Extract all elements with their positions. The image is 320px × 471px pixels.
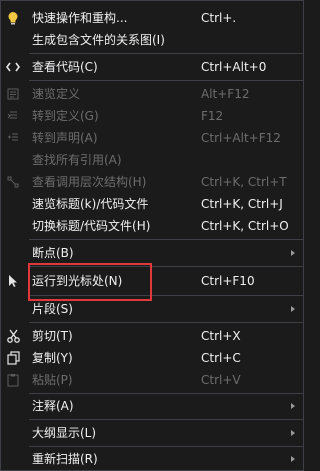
menu-item-label: 剪切(T) <box>32 329 73 343</box>
submenu-arrow-icon <box>291 403 295 409</box>
menu-item-label: 速览标题(k)/代码文件 <box>32 197 149 211</box>
menu-item-breakpoint[interactable]: 断点(B) <box>1 242 303 264</box>
submenu-arrow-icon <box>291 430 295 436</box>
menu-separator <box>29 80 303 81</box>
menu-item-shortcut: Ctrl+K, Ctrl+J <box>201 197 283 211</box>
menu-item-shortcut: Ctrl+K, Ctrl+T <box>201 175 287 189</box>
menu-item-toggle-header-code-file[interactable]: 切换标题/代码文件(H) Ctrl+K, Ctrl+O <box>1 215 303 237</box>
copy-icon <box>1 347 25 369</box>
menu-separator <box>29 322 303 323</box>
menu-item-label: 片段(S) <box>32 302 73 316</box>
menu-item-label: 速览定义 <box>32 87 81 101</box>
menu-item-shortcut: F12 <box>201 109 224 123</box>
menu-item-shortcut: Ctrl+. <box>201 11 237 25</box>
paste-icon <box>1 369 25 391</box>
go-to-definition-icon <box>1 105 25 127</box>
menu-item-label: 转到声明(A) <box>32 131 98 145</box>
peek-definition-icon <box>1 83 25 105</box>
menu-separator <box>29 446 303 447</box>
menu-item-shortcut: Ctrl+X <box>201 329 241 343</box>
menu-item-shortcut: Ctrl+V <box>201 373 241 387</box>
menu-item-generate-include-graph[interactable]: 生成包含文件的关系图(I) <box>1 29 303 51</box>
menu-item-label: 转到定义(G) <box>32 109 99 123</box>
menu-item-shortcut: Ctrl+C <box>201 351 241 365</box>
menu-item-view-code[interactable]: 查看代码(C) Ctrl+Alt+0 <box>1 56 303 78</box>
menu-separator <box>29 419 303 420</box>
submenu-arrow-icon <box>291 306 295 312</box>
run-to-cursor-icon <box>1 270 25 292</box>
menu-item-label: 断点(B) <box>32 246 74 260</box>
menu-item-shortcut: Ctrl+Alt+0 <box>201 60 267 74</box>
scissors-icon <box>1 325 25 347</box>
menu-item-label: 快速操作和重构... <box>32 11 128 25</box>
menu-item-paste[interactable]: 粘贴(P) Ctrl+V <box>1 369 303 391</box>
menu-separator <box>29 239 303 240</box>
code-brackets-icon <box>1 56 25 78</box>
menu-item-label: 查看代码(C) <box>32 60 98 74</box>
menu-item-shortcut: Ctrl+F10 <box>201 274 255 288</box>
menu-item-peek-definition[interactable]: 速览定义 Alt+F12 <box>1 83 303 105</box>
menu-item-peek-header-code-file[interactable]: 速览标题(k)/代码文件 Ctrl+K, Ctrl+J <box>1 193 303 215</box>
submenu-arrow-icon <box>291 456 295 462</box>
menu-item-label: 查看调用层次结构(H) <box>32 175 147 189</box>
menu-item-comment[interactable]: 注释(A) <box>1 395 303 417</box>
highlight-box <box>28 263 152 301</box>
menu-item-shortcut: Alt+F12 <box>201 87 250 101</box>
menu-item-cut[interactable]: 剪切(T) Ctrl+X <box>1 325 303 347</box>
menu-item-rescan[interactable]: 重新扫描(R) <box>1 448 303 470</box>
context-menu: 快速操作和重构... Ctrl+. 生成包含文件的关系图(I) 查看代码(C) … <box>0 0 304 471</box>
menu-item-label: 复制(Y) <box>32 351 73 365</box>
menu-item-label: 生成包含文件的关系图(I) <box>32 33 165 47</box>
menu-item-go-to-declaration[interactable]: 转到声明(A) Ctrl+Alt+F12 <box>1 127 303 149</box>
menu-item-label: 查找所有引用(A) <box>32 153 122 167</box>
menu-separator <box>29 393 303 394</box>
menu-item-label: 大纲显示(L) <box>32 426 97 440</box>
call-hierarchy-icon <box>1 171 25 193</box>
menu-item-snippets[interactable]: 片段(S) <box>1 298 303 320</box>
menu-item-find-all-references[interactable]: 查找所有引用(A) <box>1 149 303 171</box>
menu-item-quick-actions[interactable]: 快速操作和重构... Ctrl+. <box>1 7 303 29</box>
go-to-declaration-icon <box>1 127 25 149</box>
menu-item-copy[interactable]: 复制(Y) Ctrl+C <box>1 347 303 369</box>
lightbulb-icon <box>1 7 25 29</box>
menu-item-go-to-definition[interactable]: 转到定义(G) F12 <box>1 105 303 127</box>
submenu-arrow-icon <box>291 250 295 256</box>
menu-item-label: 重新扫描(R) <box>32 452 98 466</box>
menu-item-outlining[interactable]: 大纲显示(L) <box>1 422 303 444</box>
menu-item-shortcut: Ctrl+K, Ctrl+O <box>201 219 289 233</box>
menu-item-shortcut: Ctrl+Alt+F12 <box>201 131 281 145</box>
menu-item-label: 注释(A) <box>32 399 74 413</box>
menu-item-label: 切换标题/代码文件(H) <box>32 219 151 233</box>
menu-separator <box>29 53 303 54</box>
menu-item-view-call-hierarchy[interactable]: 查看调用层次结构(H) Ctrl+K, Ctrl+T <box>1 171 303 193</box>
menu-item-label: 粘贴(P) <box>32 373 73 387</box>
